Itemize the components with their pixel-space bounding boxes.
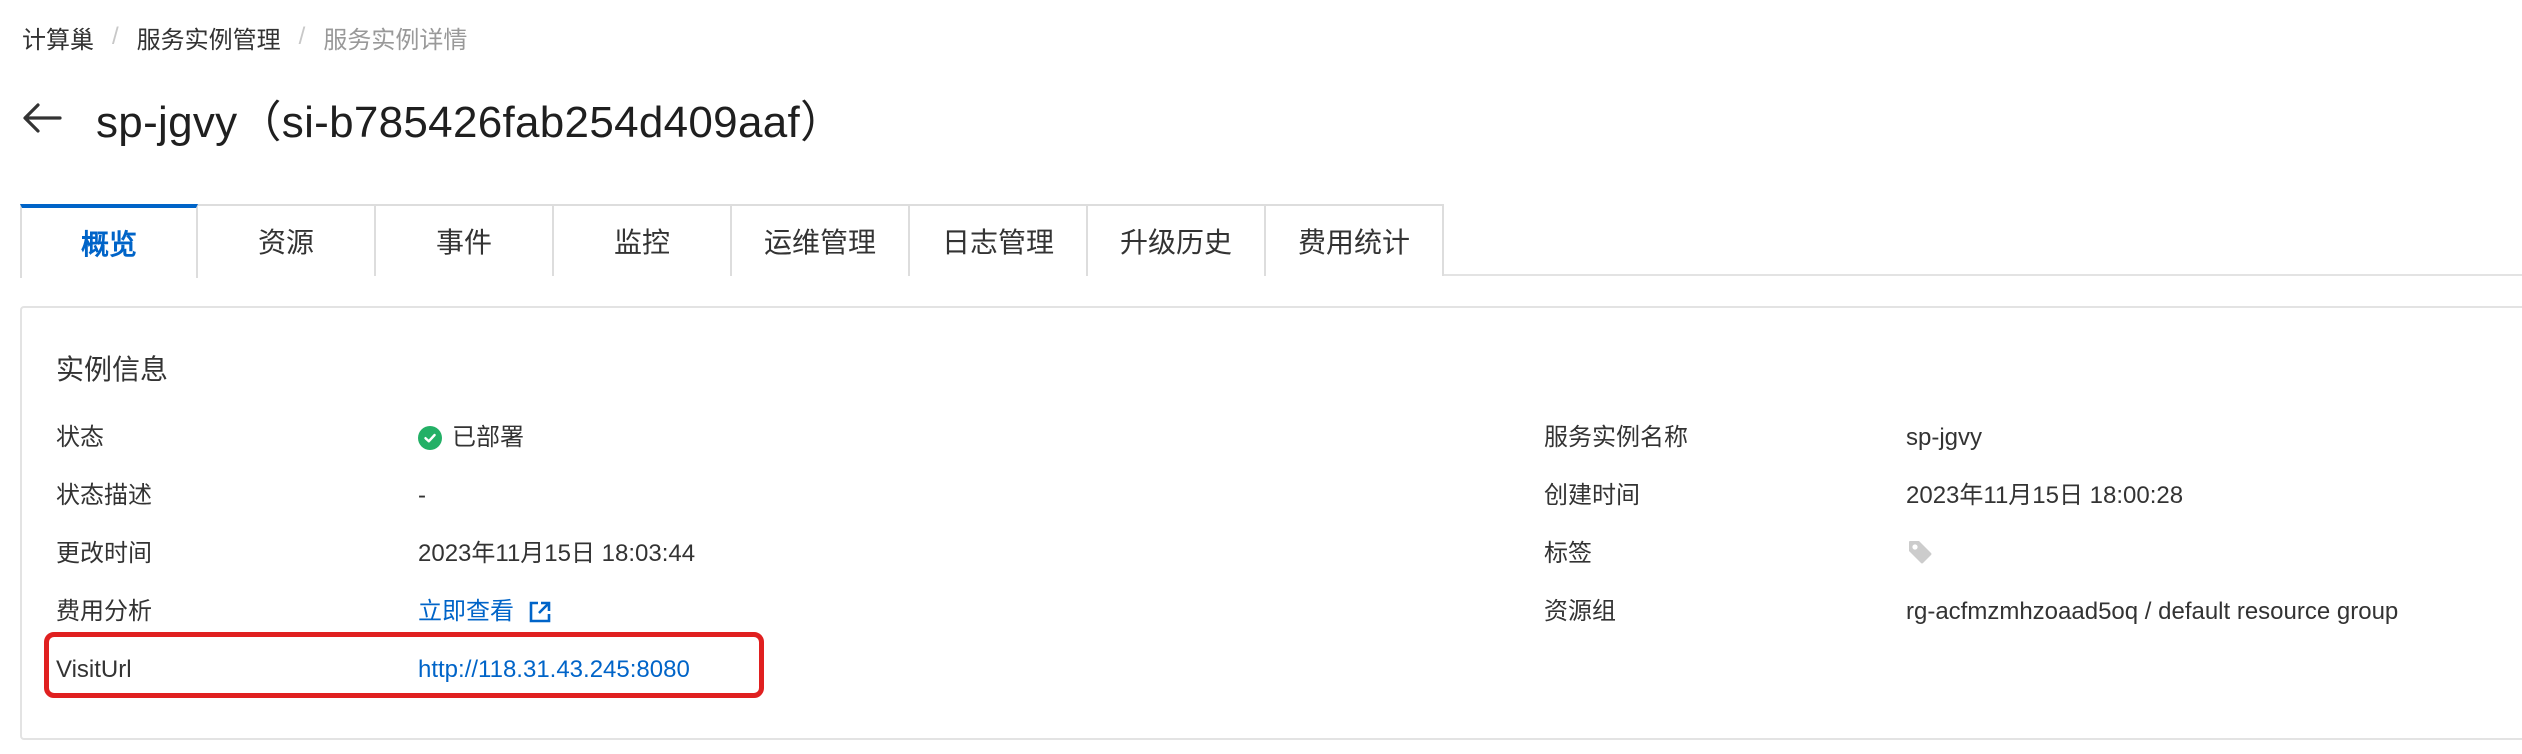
tag-icon[interactable] <box>1906 538 1934 566</box>
status-text: 已部署 <box>452 424 524 451</box>
breadcrumb-item-compute-nest[interactable]: 计算巢 <box>22 20 94 55</box>
breadcrumb-separator: / <box>112 23 119 50</box>
status-value: 已部署 <box>418 422 524 454</box>
view-now-link[interactable]: 立即查看 <box>418 596 514 628</box>
status-description-value: - <box>418 482 426 509</box>
modified-time-label: 更改时间 <box>56 540 152 567</box>
status-label: 状态 <box>56 424 104 451</box>
tags-value <box>1906 538 1934 566</box>
section-title: 实例信息 <box>56 354 169 385</box>
arrow-left-icon[interactable] <box>18 94 66 142</box>
page-header: sp-jgvy（si-b785426fab254d409aaf） <box>18 88 844 148</box>
tab-resources[interactable]: 资源 <box>198 204 376 276</box>
tags-label: 标签 <box>1544 540 1592 567</box>
breadcrumb-separator: / <box>298 23 306 50</box>
breadcrumb: 计算巢 / 服务实例管理 / 服务实例详情 <box>22 20 467 54</box>
created-time-label: 创建时间 <box>1544 482 1640 509</box>
tab-bar: 概览 资源 事件 监控 运维管理 日志管理 升级历史 费用统计 <box>20 204 2522 278</box>
tab-events[interactable]: 事件 <box>376 204 554 276</box>
breadcrumb-item-service-instance-management[interactable]: 服务实例管理 <box>137 20 281 55</box>
highlight-annotation <box>44 632 764 698</box>
breadcrumb-item-service-instance-detail: 服务实例详情 <box>323 26 468 54</box>
tab-cost-statistics[interactable]: 费用统计 <box>1266 204 1444 276</box>
tab-upgrade-history[interactable]: 升级历史 <box>1088 204 1266 276</box>
external-link-icon[interactable] <box>528 600 552 624</box>
instance-info-card: 实例信息 状态 已部署 状态描述 - 更改时间 2023年11月15日 18:0… <box>20 306 2522 740</box>
tab-overview[interactable]: 概览 <box>20 204 198 278</box>
tab-monitoring[interactable]: 监控 <box>554 204 732 276</box>
check-circle-icon <box>418 426 442 450</box>
cost-analysis-value: 立即查看 <box>418 596 552 628</box>
service-instance-name-value: sp-jgvy <box>1906 424 1983 451</box>
resource-group-label: 资源组 <box>1544 598 1616 625</box>
tab-ops-management[interactable]: 运维管理 <box>732 204 910 276</box>
service-instance-name-label: 服务实例名称 <box>1544 424 1688 451</box>
page-title: sp-jgvy（si-b785426fab254d409aaf） <box>96 98 845 147</box>
tab-log-management[interactable]: 日志管理 <box>910 204 1088 276</box>
cost-analysis-label: 费用分析 <box>56 598 152 625</box>
resource-group-value: rg-acfmzmhzoaad5oq / default resource gr… <box>1906 598 2399 625</box>
created-time-value: 2023年11月15日 18:00:28 <box>1906 482 2184 509</box>
modified-time-value: 2023年11月15日 18:03:44 <box>418 540 696 567</box>
status-description-label: 状态描述 <box>56 482 152 509</box>
